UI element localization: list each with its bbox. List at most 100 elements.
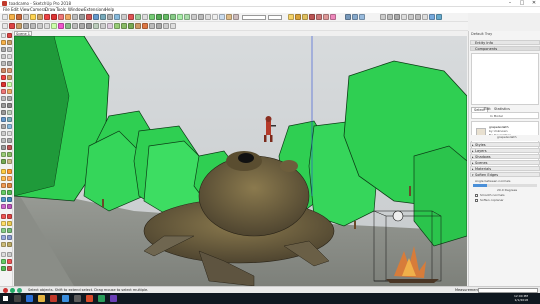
lt-plugin-aa-icon[interactable] (1, 266, 6, 271)
lt-zoom-window-icon[interactable] (7, 124, 12, 129)
lt-eraser-icon[interactable] (1, 40, 6, 45)
lt-plugin-s-icon[interactable] (1, 235, 6, 240)
lt-pie-icon[interactable] (7, 68, 12, 73)
windows-start-icon[interactable] (3, 296, 8, 301)
lt-paint-icon[interactable] (7, 40, 12, 45)
lt-plugin-u-icon[interactable] (1, 242, 6, 247)
taskbar-app-icon[interactable] (74, 295, 81, 302)
lt-push-pull-icon[interactable] (7, 75, 12, 80)
orbit-icon[interactable] (93, 14, 99, 20)
lt-walk-icon[interactable] (7, 138, 12, 143)
lt-pan-icon[interactable] (7, 117, 12, 122)
lt-stamp-icon[interactable] (7, 152, 12, 157)
textured-icon[interactable] (226, 14, 232, 20)
minimize-button[interactable]: – (504, 0, 516, 7)
lt-arc-icon[interactable] (1, 68, 6, 73)
3d-text-icon[interactable] (93, 23, 99, 29)
warehouse-icon[interactable] (121, 14, 127, 20)
offset-icon[interactable] (65, 14, 71, 20)
soften-angle-slider[interactable] (473, 184, 537, 187)
lt-axes-icon[interactable] (1, 110, 6, 115)
select-tool-icon[interactable] (2, 14, 8, 20)
pan-icon[interactable] (100, 14, 106, 20)
right-view-icon[interactable] (170, 14, 176, 20)
lt-plugin-o-icon[interactable] (1, 221, 6, 226)
lt-sandbox-icon[interactable] (1, 152, 6, 157)
solid-union-icon[interactable] (149, 23, 155, 29)
scale-icon[interactable] (58, 14, 64, 20)
push-pull-icon[interactable] (37, 14, 43, 20)
lt-line-icon[interactable] (1, 47, 6, 52)
lt-plugin-t-icon[interactable] (7, 235, 12, 240)
lt-position-camera-icon[interactable] (1, 138, 6, 143)
section-display-icon[interactable] (316, 14, 322, 20)
protractor-icon[interactable] (72, 23, 78, 29)
entity-info-panel-title[interactable]: Entity Info (470, 40, 540, 45)
photo-texture-icon[interactable] (359, 14, 365, 20)
circle-icon[interactable] (37, 23, 43, 29)
lt-scale-icon[interactable] (1, 89, 6, 94)
solid-subtract-icon[interactable] (156, 23, 162, 29)
walk-icon[interactable] (387, 14, 393, 20)
lt-plugin-w-icon[interactable] (1, 252, 6, 257)
taskbar-app-icon[interactable] (110, 295, 117, 302)
solid-split-icon[interactable] (170, 23, 176, 29)
sandbox-icon[interactable] (100, 23, 106, 29)
layout-icon[interactable] (135, 14, 141, 20)
shaded-icon[interactable] (219, 14, 225, 20)
zoom-icon[interactable] (107, 14, 113, 20)
freehand-icon[interactable] (30, 23, 36, 29)
soften-edges-panel[interactable]: ▾ Soften Edges (470, 172, 540, 177)
eraser-icon[interactable] (9, 14, 15, 20)
lt-dimension-icon[interactable] (7, 96, 12, 101)
rotate-icon[interactable] (51, 14, 57, 20)
taskbar-search-icon[interactable] (14, 295, 21, 302)
lt-plugin-m-icon[interactable] (1, 214, 6, 219)
iso-view-icon[interactable] (149, 14, 155, 20)
flip-edge-icon[interactable] (128, 23, 134, 29)
maximize-button[interactable]: □ (516, 0, 528, 7)
lt-move-icon[interactable] (1, 75, 6, 80)
back-view-icon[interactable] (177, 14, 183, 20)
zoom-window-icon[interactable] (415, 14, 421, 20)
back-edges-icon[interactable] (198, 14, 204, 20)
monochrome-icon[interactable] (233, 14, 239, 20)
taskbar-sketchup-icon[interactable] (50, 295, 57, 302)
model-viewport[interactable] (14, 36, 467, 286)
lt-plugin-c-icon[interactable] (1, 176, 6, 181)
field-of-view-icon[interactable] (422, 14, 428, 20)
zoom-extents-icon[interactable] (114, 14, 120, 20)
arc-icon[interactable] (23, 14, 29, 20)
look-around-icon[interactable] (394, 14, 400, 20)
add-location-icon[interactable] (345, 14, 351, 20)
lt-plugin-f-icon[interactable] (7, 183, 12, 188)
close-button[interactable]: ✕ (528, 0, 540, 7)
lt-plugin-bb-icon[interactable] (7, 266, 12, 271)
lt-plugin-a-icon[interactable] (1, 169, 6, 174)
lt-previous-icon[interactable] (7, 131, 12, 136)
lt-plugin-j-icon[interactable] (7, 197, 12, 202)
lt-component-icon[interactable] (7, 33, 12, 38)
lt-rectangle-icon[interactable] (1, 54, 6, 59)
shadow-time-field[interactable] (242, 15, 266, 20)
taskbar-edge-icon[interactable] (26, 295, 33, 302)
text-icon[interactable] (79, 14, 85, 20)
lt-zoom-icon[interactable] (1, 124, 6, 129)
terrain-icon[interactable] (352, 14, 358, 20)
shadow-icon[interactable] (295, 14, 301, 20)
lt-orbit-icon[interactable] (1, 117, 6, 122)
axes-icon[interactable] (86, 23, 92, 29)
polygon-icon[interactable] (44, 23, 50, 29)
smoove-icon[interactable] (135, 23, 141, 29)
lt-offset-icon[interactable] (7, 89, 12, 94)
scenes-panel[interactable]: ▸ Scenes (470, 160, 540, 165)
next-view-icon[interactable] (408, 14, 414, 20)
solid-trim-icon[interactable] (163, 23, 169, 29)
fog-icon[interactable] (302, 14, 308, 20)
lt-detail-icon[interactable] (7, 159, 12, 164)
taskbar-explorer-icon[interactable] (38, 295, 45, 302)
pencil-icon[interactable] (16, 14, 22, 20)
rectangle-icon[interactable] (30, 14, 36, 20)
taskbar-app-icon[interactable] (86, 295, 93, 302)
stamp-icon[interactable] (107, 23, 113, 29)
